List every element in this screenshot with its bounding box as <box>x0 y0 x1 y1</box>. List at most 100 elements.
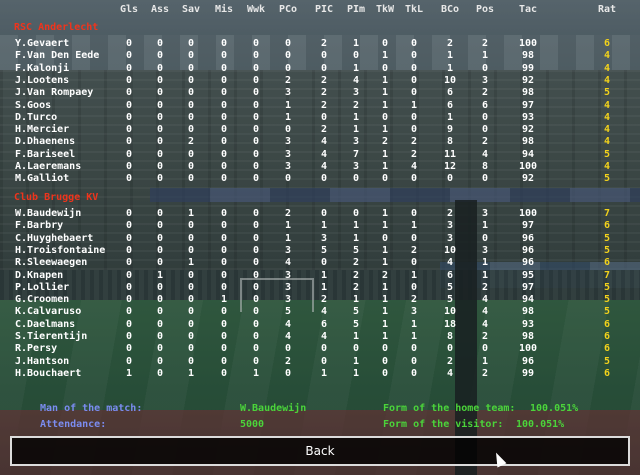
stat-ass: 0 <box>156 281 164 293</box>
stat-wwk: 0 <box>252 136 260 148</box>
stat-tkl: 1 <box>410 331 418 342</box>
stat-wwk: 0 <box>252 111 260 123</box>
stat-gls: 0 <box>125 38 133 49</box>
stat-tkw: 2 <box>381 269 389 281</box>
stat-sav: 1 <box>187 367 195 379</box>
stat-tkl: 1 <box>410 220 418 232</box>
stat-pos: 0 <box>481 232 489 244</box>
stat-tkw: 1 <box>381 281 389 293</box>
stat-tkw: 0 <box>381 355 389 367</box>
stat-ass: 0 <box>156 161 164 172</box>
stat-pos: 2 <box>481 367 489 379</box>
stat-tkl: 2 <box>410 148 418 160</box>
stat-pim: 0 <box>352 208 360 219</box>
stat-wwk: 0 <box>252 343 260 355</box>
stat-sav: 1 <box>187 257 195 269</box>
player-row: A.Laeremans 0 0 0 0 0 3 4 3 1 4 12 8 100 4 <box>0 161 640 173</box>
column-header-tac: Tac <box>518 4 538 15</box>
stat-pic: 5 <box>320 244 328 256</box>
stat-tkl: 0 <box>410 173 418 185</box>
stat-sav: 0 <box>187 294 195 306</box>
stat-gls: 0 <box>125 87 133 99</box>
stat-pim: 1 <box>352 331 360 342</box>
stat-pco: 1 <box>284 220 292 232</box>
stat-pos: 1 <box>481 355 489 367</box>
stat-mis: 0 <box>220 124 228 136</box>
stat-tac: 96 <box>521 355 535 367</box>
stat-tkl: 0 <box>410 38 418 49</box>
stat-ass: 1 <box>156 269 164 281</box>
stat-tkw: 1 <box>381 244 389 256</box>
stat-bco: 5 <box>446 281 454 293</box>
stat-pco: 4 <box>284 318 292 330</box>
player-row: H.Bouchaert 1 0 1 0 1 0 1 1 0 0 4 2 99 6 <box>0 368 640 380</box>
stat-tac: 98 <box>521 50 535 62</box>
stat-gls: 0 <box>125 306 133 318</box>
stat-gls: 0 <box>125 99 133 111</box>
stat-tkl: 1 <box>410 99 418 111</box>
stat-wwk: 0 <box>252 208 260 219</box>
stat-gls: 0 <box>125 355 133 367</box>
back-button[interactable]: Back <box>10 436 630 466</box>
stat-ass: 0 <box>156 62 164 74</box>
stat-gls: 0 <box>125 173 133 185</box>
stat-wwk: 0 <box>252 257 260 269</box>
stat-sav: 1 <box>187 208 195 219</box>
stat-tkw: 0 <box>381 173 389 185</box>
stat-gls: 0 <box>125 161 133 172</box>
stat-gls: 0 <box>125 208 133 219</box>
stat-tac: 100 <box>518 161 538 172</box>
stat-mis: 0 <box>220 281 228 293</box>
stat-pic: 2 <box>320 74 328 86</box>
stat-pos: 1 <box>481 220 489 232</box>
stat-pic: 0 <box>320 111 328 123</box>
motm-value: W.Baudewijn <box>240 403 307 414</box>
stat-tkl: 2 <box>410 136 418 148</box>
player-row: P.Lollier 0 0 0 0 0 3 1 2 1 0 5 2 97 5 <box>0 282 640 294</box>
stat-wwk: 0 <box>252 318 260 330</box>
stat-sav: 0 <box>187 111 195 123</box>
player-row: S.Goos 0 0 0 0 0 1 2 2 1 1 6 6 97 4 <box>0 100 640 112</box>
player-row: M.Galliot 0 0 0 0 0 0 0 0 0 0 0 0 92 5 <box>0 173 640 185</box>
stat-sav: 0 <box>187 87 195 99</box>
column-header-pos: Pos <box>475 4 495 15</box>
stat-tac: 96 <box>521 257 535 269</box>
stat-sav: 0 <box>187 355 195 367</box>
column-header-wwk: Wwk <box>246 4 266 15</box>
stat-tkl: 2 <box>410 244 418 256</box>
stat-tac: 92 <box>521 124 535 136</box>
stat-pim: 1 <box>352 38 360 49</box>
player-row: W.Baudewijn 0 0 1 0 0 2 0 0 1 0 2 3 100 7 <box>0 208 640 220</box>
stat-ass: 0 <box>156 343 164 355</box>
stat-tkw: 1 <box>381 318 389 330</box>
player-name: C.Daelmans <box>15 318 76 330</box>
player-row: D.Turco 0 0 0 0 0 1 0 1 0 0 1 0 93 4 <box>0 112 640 124</box>
stat-pco: 0 <box>284 343 292 355</box>
stat-pic: 1 <box>320 367 328 379</box>
stat-tkl: 3 <box>410 306 418 318</box>
stat-tkl: 0 <box>410 208 418 219</box>
stat-tkl: 4 <box>410 161 418 172</box>
player-name: S.Goos <box>15 99 52 111</box>
stat-bco: 8 <box>446 136 454 148</box>
stat-pim: 7 <box>352 148 360 160</box>
stat-mis: 0 <box>220 355 228 367</box>
stat-bco: 5 <box>446 294 454 306</box>
column-header-pic: PIC <box>314 4 334 15</box>
stat-bco: 2 <box>446 355 454 367</box>
stat-pim: 2 <box>352 269 360 281</box>
stat-pos: 3 <box>481 208 489 219</box>
stat-pco: 1 <box>284 99 292 111</box>
stat-bco: 9 <box>446 124 454 136</box>
stat-ass: 0 <box>156 355 164 367</box>
stat-tkl: 1 <box>410 269 418 281</box>
player-rating: 4 <box>603 136 611 148</box>
stat-pos: 2 <box>481 38 489 49</box>
stat-ass: 0 <box>156 294 164 306</box>
stat-bco: 1 <box>446 50 454 62</box>
player-rating: 4 <box>603 50 611 62</box>
team-name: Club Brugge KV <box>14 192 99 203</box>
stat-tkw: 1 <box>381 50 389 62</box>
player-name: F.Barbry <box>15 220 64 232</box>
player-row: D.Dhaenens 0 0 2 0 0 3 4 3 2 2 8 2 98 4 <box>0 136 640 148</box>
